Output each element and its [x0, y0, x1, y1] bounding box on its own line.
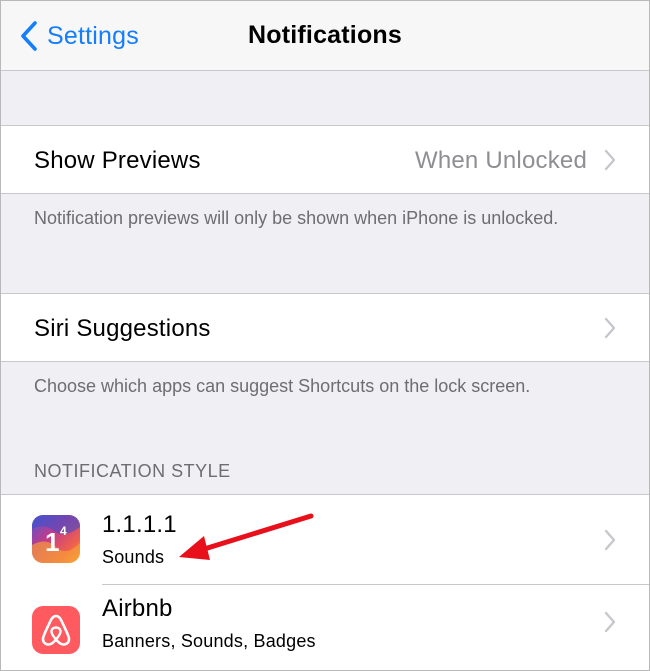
show-previews-footer: Notification previews will only be shown… — [34, 208, 559, 228]
app-name: Airbnb — [102, 595, 173, 622]
chevron-right-icon — [604, 149, 616, 171]
page-title: Notifications — [248, 21, 402, 49]
app-row-airbnb[interactable]: Airbnb Banners, Sounds, Badges — [1, 585, 649, 670]
chevron-right-icon — [604, 611, 616, 633]
app-name: 1.1.1.1 — [102, 511, 177, 538]
chevron-right-icon — [604, 529, 616, 551]
show-previews-label: Show Previews — [34, 147, 201, 174]
siri-suggestions-footer: Choose which apps can suggest Shortcuts … — [34, 376, 531, 396]
show-previews-row[interactable]: Show Previews When Unlocked — [1, 125, 649, 194]
annotation-arrow — [179, 513, 314, 560]
app-notification-types: Sounds — [102, 547, 165, 567]
svg-text:1: 1 — [45, 527, 59, 557]
app-notification-types: Banners, Sounds, Badges — [102, 631, 316, 651]
notification-style-header: NOTIFICATION STYLE — [34, 461, 231, 481]
siri-suggestions-row[interactable]: Siri Suggestions — [1, 293, 649, 362]
show-previews-value: When Unlocked — [414, 147, 587, 174]
app-list: 1 4 1.1.1.1 Sounds Airbnb Banners, Sound… — [1, 494, 649, 670]
cloudflare-1111-icon: 1 4 — [32, 515, 80, 563]
screen: Settings Notifications Show Previews Whe… — [0, 0, 650, 671]
navigation-bar: Settings Notifications — [1, 1, 649, 71]
siri-suggestions-label: Siri Suggestions — [34, 315, 211, 342]
chevron-right-icon — [604, 317, 616, 339]
svg-text:4: 4 — [60, 524, 67, 538]
app-row-1111[interactable]: 1 4 1.1.1.1 Sounds — [1, 495, 649, 585]
airbnb-icon — [32, 606, 80, 654]
